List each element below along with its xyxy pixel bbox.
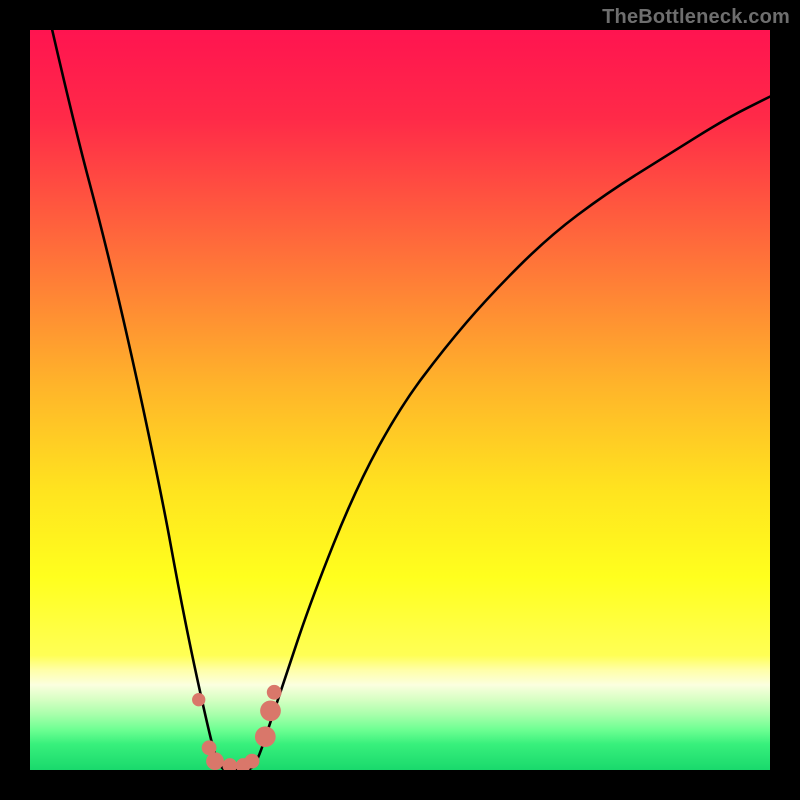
reference-point	[255, 726, 276, 747]
curve-layer	[30, 30, 770, 770]
bottleneck-curve	[52, 30, 770, 770]
watermark-text: TheBottleneck.com	[602, 6, 790, 29]
chart-frame: TheBottleneck.com	[0, 0, 800, 800]
reference-point	[206, 752, 224, 770]
reference-point	[222, 758, 237, 770]
reference-point	[245, 754, 260, 769]
reference-point	[260, 700, 281, 721]
reference-point	[192, 693, 205, 706]
reference-point	[267, 685, 282, 700]
reference-points	[192, 685, 282, 770]
plot-area	[30, 30, 770, 770]
